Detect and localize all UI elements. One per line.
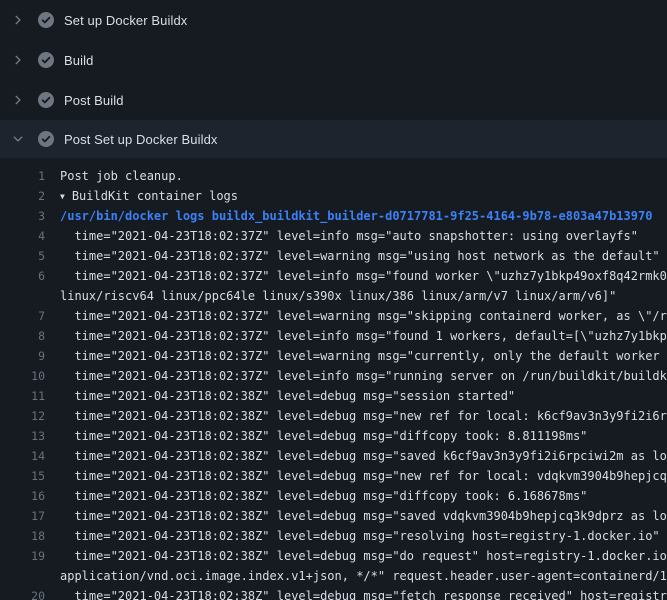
check-circle-icon bbox=[38, 92, 54, 108]
step-title: Post Set up Docker Buildx bbox=[64, 132, 218, 147]
log-text: time="2021-04-23T18:02:37Z" level=warnin… bbox=[60, 349, 667, 363]
log-line: 17 time="2021-04-23T18:02:38Z" level=deb… bbox=[0, 506, 667, 526]
check-circle-icon bbox=[38, 52, 54, 68]
log-text: linux/riscv64 linux/ppc64le linux/s390x … bbox=[60, 289, 667, 303]
line-number[interactable]: 10 bbox=[0, 369, 45, 383]
chevron-right-icon[interactable] bbox=[12, 14, 24, 26]
group-expanded-triangle-icon[interactable]: ▼ bbox=[60, 192, 65, 201]
line-number[interactable]: 17 bbox=[0, 509, 45, 523]
log-text: time="2021-04-23T18:02:38Z" level=debug … bbox=[60, 469, 667, 483]
log-line: 8 time="2021-04-23T18:02:37Z" level=info… bbox=[0, 326, 667, 346]
log-text: time="2021-04-23T18:02:37Z" level=warnin… bbox=[60, 249, 667, 263]
log-text: time="2021-04-23T18:02:38Z" level=debug … bbox=[60, 509, 667, 523]
line-number[interactable]: 5 bbox=[0, 249, 45, 263]
log-line: 3/usr/bin/docker logs buildx_buildkit_bu… bbox=[0, 206, 667, 226]
line-number[interactable]: 12 bbox=[0, 409, 45, 423]
log-lines: 1 Post job cleanup. 2 ▼BuildKit container l… bbox=[0, 158, 667, 600]
line-number[interactable]: 9 bbox=[0, 349, 45, 363]
log-line: 14 time="2021-04-23T18:02:38Z" level=deb… bbox=[0, 446, 667, 466]
step-header-build[interactable]: Build bbox=[0, 40, 667, 80]
log-line: 1 Post job cleanup. bbox=[0, 166, 667, 186]
log-text: time="2021-04-23T18:02:38Z" level=debug … bbox=[60, 589, 667, 600]
log-text: time="2021-04-23T18:02:37Z" level=info m… bbox=[60, 369, 667, 383]
log-text: time="2021-04-23T18:02:37Z" level=info m… bbox=[60, 329, 667, 343]
log-line: 19 time="2021-04-23T18:02:38Z" level=deb… bbox=[0, 546, 667, 566]
log-line: 11 time="2021-04-23T18:02:38Z" level=deb… bbox=[0, 386, 667, 406]
check-circle-icon bbox=[38, 12, 54, 28]
log-text: time="2021-04-23T18:02:37Z" level=info m… bbox=[60, 229, 667, 243]
log-line: 2 ▼BuildKit container logs bbox=[0, 186, 667, 206]
log-line: 15 time="2021-04-23T18:02:38Z" level=deb… bbox=[0, 466, 667, 486]
check-circle-icon bbox=[38, 131, 54, 147]
log-line: 13 time="2021-04-23T18:02:38Z" level=deb… bbox=[0, 426, 667, 446]
line-number[interactable]: 6 bbox=[0, 269, 45, 283]
chevron-right-icon[interactable] bbox=[12, 94, 24, 106]
line-number[interactable]: 8 bbox=[0, 329, 45, 343]
log-group-header[interactable]: ▼BuildKit container logs bbox=[60, 189, 667, 203]
log-line: 12 time="2021-04-23T18:02:38Z" level=deb… bbox=[0, 406, 667, 426]
log-text: time="2021-04-23T18:02:38Z" level=debug … bbox=[60, 489, 667, 503]
log-text: time="2021-04-23T18:02:38Z" level=debug … bbox=[60, 429, 667, 443]
log-text: Post job cleanup. bbox=[60, 169, 667, 183]
log-text: time="2021-04-23T18:02:38Z" level=debug … bbox=[60, 409, 667, 423]
log-text: time="2021-04-23T18:02:38Z" level=debug … bbox=[60, 529, 667, 543]
line-number[interactable]: 16 bbox=[0, 489, 45, 503]
log-text: application/vnd.oci.image.index.v1+json,… bbox=[60, 569, 667, 583]
step-title: Post Build bbox=[64, 93, 124, 108]
line-number[interactable]: 19 bbox=[0, 549, 45, 563]
log-line: 20 time="2021-04-23T18:02:38Z" level=deb… bbox=[0, 586, 667, 600]
log-text: time="2021-04-23T18:02:37Z" level=warnin… bbox=[60, 309, 667, 323]
log-text: time="2021-04-23T18:02:38Z" level=debug … bbox=[60, 449, 667, 463]
step-title: Set up Docker Buildx bbox=[64, 13, 187, 28]
line-number[interactable]: 4 bbox=[0, 229, 45, 243]
log-line: 6 time="2021-04-23T18:02:37Z" level=info… bbox=[0, 266, 667, 286]
line-number[interactable]: 1 bbox=[0, 169, 45, 183]
line-number[interactable]: 11 bbox=[0, 389, 45, 403]
chevron-right-icon[interactable] bbox=[12, 54, 24, 66]
step-header-post-set-up-docker-buildx[interactable]: Post Set up Docker Buildx bbox=[0, 120, 667, 158]
log-line: 10 time="2021-04-23T18:02:37Z" level=inf… bbox=[0, 366, 667, 386]
step-header-post-build[interactable]: Post Build bbox=[0, 80, 667, 120]
log-line: 7 time="2021-04-23T18:02:37Z" level=warn… bbox=[0, 306, 667, 326]
line-number[interactable]: 20 bbox=[0, 589, 45, 600]
line-number[interactable]: 3 bbox=[0, 209, 45, 223]
log-line: 18 time="2021-04-23T18:02:38Z" level=deb… bbox=[0, 526, 667, 546]
log-line: 5 time="2021-04-23T18:02:37Z" level=warn… bbox=[0, 246, 667, 266]
chevron-down-icon[interactable] bbox=[12, 133, 24, 145]
step-title: Build bbox=[64, 53, 93, 68]
log-command-text: /usr/bin/docker logs buildx_buildkit_bui… bbox=[60, 209, 667, 223]
line-number[interactable]: 13 bbox=[0, 429, 45, 443]
log-line: application/vnd.oci.image.index.v1+json,… bbox=[0, 566, 667, 586]
log-text: time="2021-04-23T18:02:38Z" level=debug … bbox=[60, 389, 667, 403]
line-number[interactable]: 7 bbox=[0, 309, 45, 323]
line-number[interactable]: 14 bbox=[0, 449, 45, 463]
log-line: 16 time="2021-04-23T18:02:38Z" level=deb… bbox=[0, 486, 667, 506]
log-line: 4 time="2021-04-23T18:02:37Z" level=info… bbox=[0, 226, 667, 246]
line-number[interactable]: 2 bbox=[0, 189, 45, 203]
log-text: time="2021-04-23T18:02:38Z" level=debug … bbox=[60, 549, 667, 563]
line-number[interactable]: 15 bbox=[0, 469, 45, 483]
log-text: time="2021-04-23T18:02:37Z" level=info m… bbox=[60, 269, 667, 283]
job-steps-list: Set up Docker Buildx Build Post Build Po… bbox=[0, 0, 667, 158]
line-number[interactable]: 18 bbox=[0, 529, 45, 543]
log-line: linux/riscv64 linux/ppc64le linux/s390x … bbox=[0, 286, 667, 306]
log-line: 9 time="2021-04-23T18:02:37Z" level=warn… bbox=[0, 346, 667, 366]
step-header-set-up-docker-buildx[interactable]: Set up Docker Buildx bbox=[0, 0, 667, 40]
